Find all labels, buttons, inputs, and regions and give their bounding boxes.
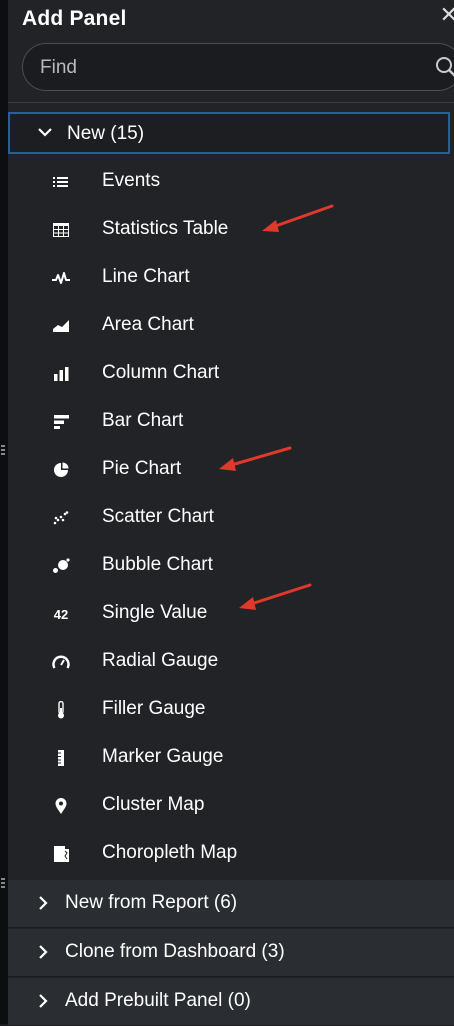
list-item-label: Marker Gauge xyxy=(102,746,224,767)
section-new-from-report[interactable]: New from Report (6) xyxy=(8,880,454,928)
list-item-filler-gauge[interactable]: Filler Gauge xyxy=(8,686,454,734)
radial-gauge-icon xyxy=(46,638,76,686)
scatter-chart-icon xyxy=(46,494,76,542)
list-item-scatter-chart[interactable]: Scatter Chart xyxy=(8,494,454,542)
list-item-cluster-map[interactable]: Cluster Map xyxy=(8,782,454,830)
section-add-prebuilt-panel[interactable]: Add Prebuilt Panel (0) xyxy=(8,978,454,1026)
list-item-label: Events xyxy=(102,170,161,191)
list-item-label: Statistics Table xyxy=(102,218,229,239)
pie-chart-icon xyxy=(46,446,76,494)
list-item-area-chart[interactable]: Area Chart xyxy=(8,302,454,350)
panel-title: Add Panel xyxy=(22,7,127,30)
list-item-bubble-chart[interactable]: Bubble Chart xyxy=(8,542,454,590)
search-box xyxy=(22,43,454,91)
table-icon xyxy=(46,206,76,254)
list-item-label: Line Chart xyxy=(102,266,190,287)
bar-chart-icon xyxy=(46,398,76,446)
list-item-bar-chart[interactable]: Bar Chart xyxy=(8,398,454,446)
annotation-arrow-icon xyxy=(262,204,334,232)
bubble-chart-icon xyxy=(46,542,76,590)
list-item-label: Filler Gauge xyxy=(102,698,206,719)
section-label: Add Prebuilt Panel (0) xyxy=(65,990,251,1011)
list-item-label: Choropleth Map xyxy=(102,842,238,863)
list-item-label: Single Value xyxy=(102,602,208,623)
resize-grip-icon[interactable] xyxy=(1,445,5,455)
list-item-marker-gauge[interactable]: Marker Gauge xyxy=(8,734,454,782)
chevron-right-icon xyxy=(39,994,48,1008)
section-label: New from Report (6) xyxy=(65,892,238,913)
list-item-label: Scatter Chart xyxy=(102,506,214,527)
list-item-single-value[interactable]: 42 Single Value xyxy=(8,590,454,638)
search-input[interactable] xyxy=(38,44,422,91)
left-edge-strip xyxy=(0,0,8,1024)
map-pin-icon xyxy=(46,782,76,830)
chevron-down-icon xyxy=(38,128,52,137)
search-icon[interactable] xyxy=(435,56,454,78)
area-chart-icon xyxy=(46,302,76,350)
column-chart-icon xyxy=(46,350,76,398)
annotation-arrow-icon xyxy=(219,446,292,471)
list-item-label: Pie Chart xyxy=(102,458,182,479)
section-clone-from-dashboard[interactable]: Clone from Dashboard (3) xyxy=(8,929,454,977)
filler-gauge-icon xyxy=(46,686,76,734)
list-icon xyxy=(46,158,76,206)
close-icon[interactable]: ✕ xyxy=(440,2,454,28)
list-item-choropleth-map[interactable]: Choropleth Map xyxy=(8,830,454,878)
list-item-label: Bar Chart xyxy=(102,410,184,431)
section-label: Clone from Dashboard (3) xyxy=(65,941,285,962)
annotation-arrow-icon xyxy=(239,583,312,610)
list-item-events[interactable]: Events xyxy=(8,158,454,206)
list-item-statistics-table[interactable]: Statistics Table xyxy=(8,206,454,254)
group-new-header[interactable]: New (15) xyxy=(8,112,450,154)
list-item-label: Area Chart xyxy=(102,314,194,335)
list-item-label: Cluster Map xyxy=(102,794,205,815)
list-item-radial-gauge[interactable]: Radial Gauge xyxy=(8,638,454,686)
list-item-label: Column Chart xyxy=(102,362,220,383)
group-new-label: New (15) xyxy=(67,123,145,144)
list-item-line-chart[interactable]: Line Chart xyxy=(8,254,454,302)
list-item-label: Bubble Chart xyxy=(102,554,213,575)
single-value-icon: 42 xyxy=(53,606,69,622)
marker-gauge-icon xyxy=(46,734,76,782)
choropleth-map-icon xyxy=(46,830,76,878)
chevron-right-icon xyxy=(39,896,48,910)
resize-grip-icon[interactable] xyxy=(1,878,5,888)
list-item-column-chart[interactable]: Column Chart xyxy=(8,350,454,398)
line-chart-icon xyxy=(46,254,76,302)
divider xyxy=(8,102,454,103)
chevron-right-icon xyxy=(39,945,48,959)
list-item-label: Radial Gauge xyxy=(102,650,219,671)
